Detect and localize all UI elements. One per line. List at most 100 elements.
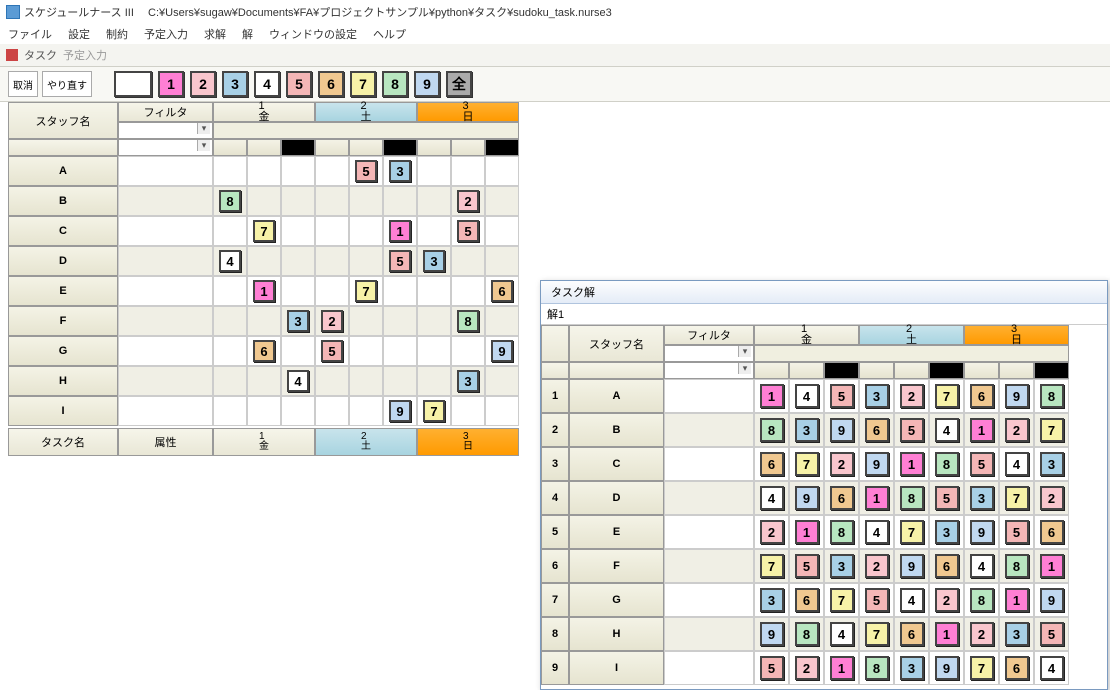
sol-cell-E-3[interactable]: 4 [859,515,894,549]
cell-F-5[interactable] [383,306,417,336]
cell-C-3[interactable] [315,216,349,246]
sol-cell-E-8[interactable]: 6 [1034,515,1069,549]
cell-B-0[interactable]: 8 [213,186,247,216]
cell-B-8[interactable] [485,186,519,216]
cell-C-7[interactable]: 5 [451,216,485,246]
palette-9[interactable]: 9 [414,71,440,97]
sol-row-filter-G[interactable] [664,583,754,617]
cell-H-0[interactable] [213,366,247,396]
sol-cell-C-6[interactable]: 5 [964,447,999,481]
row-filter-I[interactable] [118,396,213,426]
sol-cell-C-0[interactable]: 6 [754,447,789,481]
sol-cell-I-4[interactable]: 3 [894,651,929,685]
cell-A-2[interactable] [281,156,315,186]
sol-cell-C-4[interactable]: 1 [894,447,929,481]
sol-cell-F-2[interactable]: 3 [824,549,859,583]
sol-row-filter-E[interactable] [664,515,754,549]
cell-E-5[interactable] [383,276,417,306]
cell-G-5[interactable] [383,336,417,366]
cell-H-6[interactable] [417,366,451,396]
palette-8[interactable]: 8 [382,71,408,97]
tab-task[interactable]: タスク [24,47,57,63]
cell-D-4[interactable] [349,246,383,276]
cell-G-2[interactable] [281,336,315,366]
sol-cell-I-8[interactable]: 4 [1034,651,1069,685]
cell-A-0[interactable] [213,156,247,186]
sol-cell-B-6[interactable]: 1 [964,413,999,447]
cell-B-4[interactable] [349,186,383,216]
sol-cell-B-4[interactable]: 5 [894,413,929,447]
sol-cell-H-8[interactable]: 5 [1034,617,1069,651]
menu-3[interactable]: 予定入力 [144,26,188,42]
cell-B-5[interactable] [383,186,417,216]
cell-C-1[interactable]: 7 [247,216,281,246]
sol-cell-C-5[interactable]: 8 [929,447,964,481]
sol-cell-I-3[interactable]: 8 [859,651,894,685]
sol-cell-C-7[interactable]: 4 [999,447,1034,481]
cell-E-6[interactable] [417,276,451,306]
sol-cell-B-0[interactable]: 8 [754,413,789,447]
filter-dropdown-2[interactable] [118,139,213,156]
cell-H-1[interactable] [247,366,281,396]
sol-cell-G-7[interactable]: 1 [999,583,1034,617]
sol-cell-F-1[interactable]: 5 [789,549,824,583]
cell-A-6[interactable] [417,156,451,186]
cell-B-3[interactable] [315,186,349,216]
row-filter-E[interactable] [118,276,213,306]
palette-1[interactable]: 1 [158,71,184,97]
cell-I-2[interactable] [281,396,315,426]
cell-I-8[interactable] [485,396,519,426]
sol-cell-F-4[interactable]: 9 [894,549,929,583]
cell-A-5[interactable]: 3 [383,156,417,186]
cell-I-3[interactable] [315,396,349,426]
sol-cell-H-2[interactable]: 4 [824,617,859,651]
sol-cell-I-5[interactable]: 9 [929,651,964,685]
cell-C-6[interactable] [417,216,451,246]
sol-cell-I-1[interactable]: 2 [789,651,824,685]
sol-cell-C-1[interactable]: 7 [789,447,824,481]
sol-cell-D-0[interactable]: 4 [754,481,789,515]
cell-F-6[interactable] [417,306,451,336]
sol-row-filter-F[interactable] [664,549,754,583]
cell-D-7[interactable] [451,246,485,276]
menu-2[interactable]: 制約 [106,26,128,42]
palette-4[interactable]: 4 [254,71,280,97]
tab-schedule-input[interactable]: 予定入力 [63,47,107,63]
sol-cell-F-5[interactable]: 6 [929,549,964,583]
cell-E-0[interactable] [213,276,247,306]
sol-row-filter-B[interactable] [664,413,754,447]
cell-I-0[interactable] [213,396,247,426]
sol-cell-B-8[interactable]: 7 [1034,413,1069,447]
sol-cell-B-3[interactable]: 6 [859,413,894,447]
cell-H-5[interactable] [383,366,417,396]
sol-cell-A-3[interactable]: 3 [859,379,894,413]
cell-I-6[interactable]: 7 [417,396,451,426]
palette-blank[interactable] [114,71,152,97]
sol-cell-D-6[interactable]: 3 [964,481,999,515]
sol-cell-A-6[interactable]: 6 [964,379,999,413]
sol-cell-I-0[interactable]: 5 [754,651,789,685]
cell-C-4[interactable] [349,216,383,246]
cell-H-8[interactable] [485,366,519,396]
sol-cell-G-3[interactable]: 5 [859,583,894,617]
sol-cell-B-7[interactable]: 2 [999,413,1034,447]
cell-G-8[interactable]: 9 [485,336,519,366]
sol-row-filter-I[interactable] [664,651,754,685]
sol-cell-G-8[interactable]: 9 [1034,583,1069,617]
cell-A-4[interactable]: 5 [349,156,383,186]
cell-F-0[interactable] [213,306,247,336]
row-filter-A[interactable] [118,156,213,186]
undo-button[interactable]: 取消 [8,71,38,97]
sol-filter-dropdown-1[interactable] [664,345,754,362]
cell-D-5[interactable]: 5 [383,246,417,276]
cell-E-1[interactable]: 1 [247,276,281,306]
sol-cell-B-2[interactable]: 9 [824,413,859,447]
sol-cell-D-4[interactable]: 8 [894,481,929,515]
menu-1[interactable]: 設定 [68,26,90,42]
cell-I-4[interactable] [349,396,383,426]
sol-cell-F-6[interactable]: 4 [964,549,999,583]
sol-cell-H-5[interactable]: 1 [929,617,964,651]
cell-A-1[interactable] [247,156,281,186]
cell-H-3[interactable] [315,366,349,396]
sol-cell-C-3[interactable]: 9 [859,447,894,481]
